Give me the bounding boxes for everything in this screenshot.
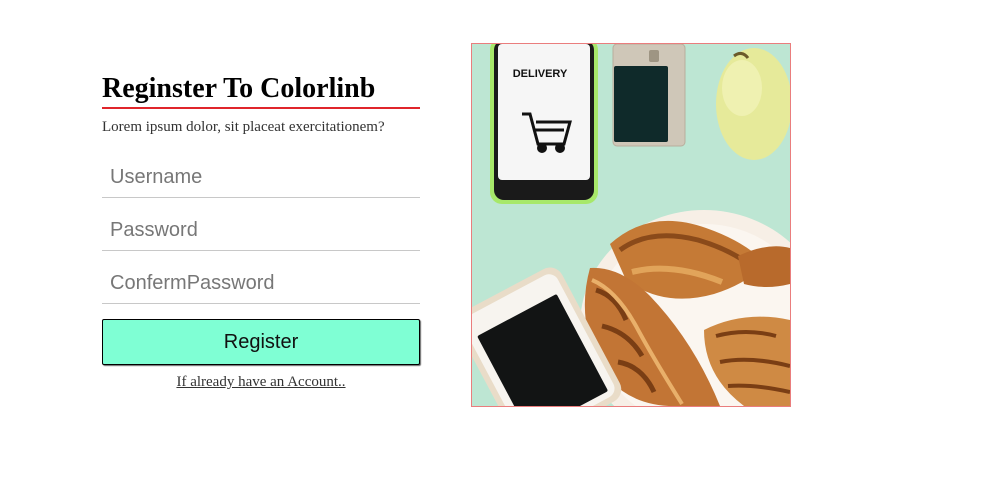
hero-photo: DELIVERY [472, 44, 790, 406]
register-page: Reginster To Colorlinb Lorem ipsum dolor… [0, 0, 1002, 496]
title-underline [102, 107, 420, 109]
register-form: Reginster To Colorlinb Lorem ipsum dolor… [102, 72, 420, 391]
delivery-phone: DELIVERY [490, 44, 598, 204]
apple [716, 48, 790, 160]
page-subtitle: Lorem ipsum dolor, sit placeat exercitat… [102, 119, 385, 135]
credit-card [612, 44, 686, 147]
delivery-text: DELIVERY [513, 68, 568, 80]
login-link[interactable]: If already have an Account.. [102, 374, 420, 391]
page-title: Reginster To Colorlinb [102, 73, 376, 104]
hero-image: DELIVERY [471, 43, 791, 407]
password-input[interactable] [102, 211, 420, 251]
register-button[interactable]: Register [102, 319, 420, 365]
confirm-password-input[interactable] [102, 264, 420, 304]
username-input[interactable] [102, 158, 420, 198]
